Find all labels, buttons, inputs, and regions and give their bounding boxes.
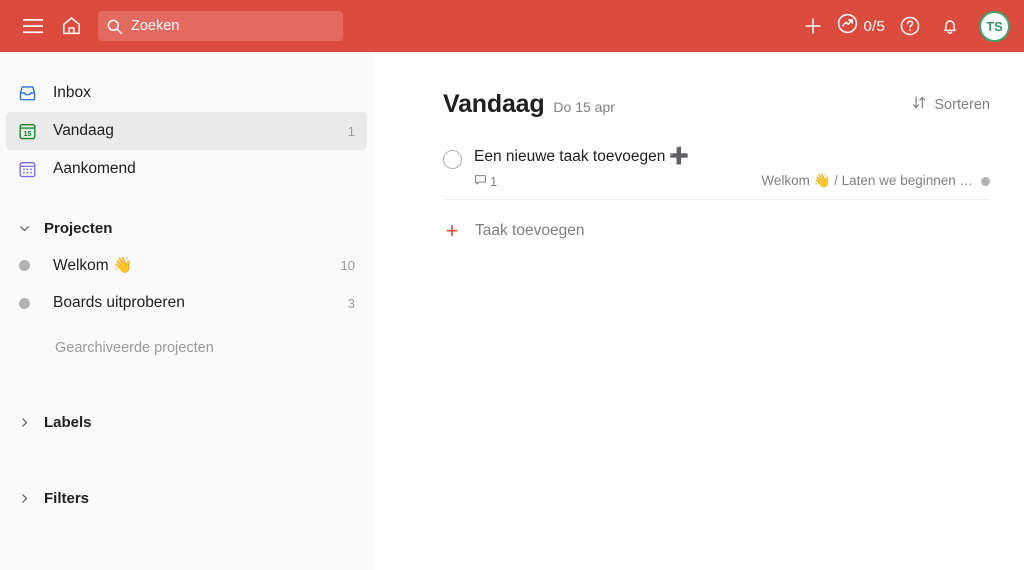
sidebar: Inbox 15 Vandaag 1 Aankomend Projecten W… [0, 52, 373, 570]
plus-icon: + [445, 218, 459, 243]
sidebar-item-vandaag[interactable]: 15 Vandaag 1 [6, 112, 367, 150]
chevron-right-icon [18, 492, 40, 505]
chevron-right-icon [18, 416, 40, 429]
labels-section: Labels [0, 404, 373, 440]
project-color-dot [18, 297, 44, 309]
header-right-group: 0/5 TS [794, 7, 1010, 45]
bell-icon[interactable] [931, 7, 969, 45]
add-task-label: Taak toevoegen [475, 222, 585, 239]
sidebar-item-count: 1 [347, 123, 355, 139]
sort-button[interactable]: Sorteren [911, 94, 990, 115]
page-title: Vandaag [443, 90, 545, 118]
svg-text:15: 15 [24, 130, 32, 137]
comment-count: 1 [490, 173, 498, 189]
task-comment-chip[interactable]: 1 [474, 173, 497, 189]
task-title: Een nieuwe taak toevoegen [474, 148, 666, 165]
labels-section-title: Labels [44, 413, 92, 431]
project-color-dot [981, 176, 990, 186]
search-icon [106, 18, 123, 35]
sidebar-item-label: Inbox [53, 84, 91, 101]
project-color-dot [18, 259, 44, 271]
productivity-button[interactable]: 0/5 [834, 12, 889, 40]
task-body: Een nieuwe taak toevoegen ➕ 1 Welkom 👋 /… [474, 147, 990, 189]
today-calendar-icon: 15 [18, 122, 44, 141]
inbox-icon [18, 84, 44, 103]
sort-arrows-icon [911, 94, 928, 115]
main-inner: Vandaag Do 15 apr Sorteren Een nieuwe ta… [443, 90, 990, 246]
heavy-plus-icon: ➕ [669, 148, 690, 165]
add-task-button[interactable]: + Taak toevoegen [443, 216, 990, 246]
filters-section: Filters [0, 480, 373, 516]
comment-bubble-icon [474, 173, 487, 189]
project-count: 10 [340, 257, 355, 273]
sidebar-item-label: Vandaag [53, 122, 114, 139]
avatar-initials: TS [986, 18, 1003, 34]
page-subtitle: Do 15 apr [553, 99, 615, 115]
task-list: Een nieuwe taak toevoegen ➕ 1 Welkom 👋 /… [443, 141, 990, 246]
plus-icon[interactable] [794, 7, 832, 45]
filters-section-title: Filters [44, 489, 90, 507]
project-count: 3 [347, 295, 355, 311]
home-icon[interactable] [52, 7, 90, 45]
labels-section-header[interactable]: Labels [6, 404, 367, 440]
sidebar-project-boards-uitproberen[interactable]: Boards uitproberen 3 [6, 284, 367, 322]
projects-section-header[interactable]: Projecten [6, 210, 367, 246]
search-box[interactable] [98, 11, 343, 41]
projects-section: Projecten Welkom 👋 10 Boards uitproberen… [0, 210, 373, 364]
top-header-bar: 0/5 TS [0, 0, 1024, 52]
sidebar-item-inbox[interactable]: Inbox [6, 74, 367, 112]
archived-projects-link[interactable]: Gearchiveerde projecten [6, 332, 367, 364]
task-meta: 1 Welkom 👋 / Laten we beginnen … [474, 173, 990, 189]
app-body: Inbox 15 Vandaag 1 Aankomend Projecten W… [0, 52, 1024, 570]
upcoming-calendar-icon [18, 160, 44, 179]
task-project-label: Welkom 👋 / Laten we beginnen … [761, 173, 973, 188]
project-label: Boards uitproberen [53, 294, 185, 311]
search-input[interactable] [131, 18, 321, 34]
sidebar-project-welkom[interactable]: Welkom 👋 10 [6, 246, 367, 284]
project-label: Welkom 👋 [53, 256, 133, 274]
hamburger-menu-icon[interactable] [14, 7, 52, 45]
sidebar-item-aankomend[interactable]: Aankomend [6, 150, 367, 188]
task-checkbox[interactable] [443, 150, 462, 169]
projects-section-title: Projecten [44, 219, 113, 237]
main-content: Vandaag Do 15 apr Sorteren Een nieuwe ta… [373, 52, 1024, 570]
filters-section-header[interactable]: Filters [6, 480, 367, 516]
sort-label: Sorteren [934, 96, 990, 113]
task-row[interactable]: Een nieuwe taak toevoegen ➕ 1 Welkom 👋 /… [443, 141, 990, 200]
avatar[interactable]: TS [979, 10, 1010, 42]
productivity-trend-icon [836, 12, 859, 40]
task-title-row: Een nieuwe taak toevoegen ➕ [474, 147, 990, 167]
productivity-count: 0/5 [863, 17, 885, 35]
page-header: Vandaag Do 15 apr Sorteren [443, 90, 990, 119]
archived-projects-label: Gearchiveerde projecten [55, 340, 214, 356]
todoist-app-window: 0/5 TS [0, 0, 1024, 570]
question-mark-icon[interactable] [891, 7, 929, 45]
sidebar-item-label: Aankomend [53, 160, 136, 177]
chevron-down-icon [18, 222, 40, 235]
task-project-breadcrumb[interactable]: Welkom 👋 / Laten we beginnen … [761, 173, 990, 189]
header-left-group [14, 7, 343, 45]
